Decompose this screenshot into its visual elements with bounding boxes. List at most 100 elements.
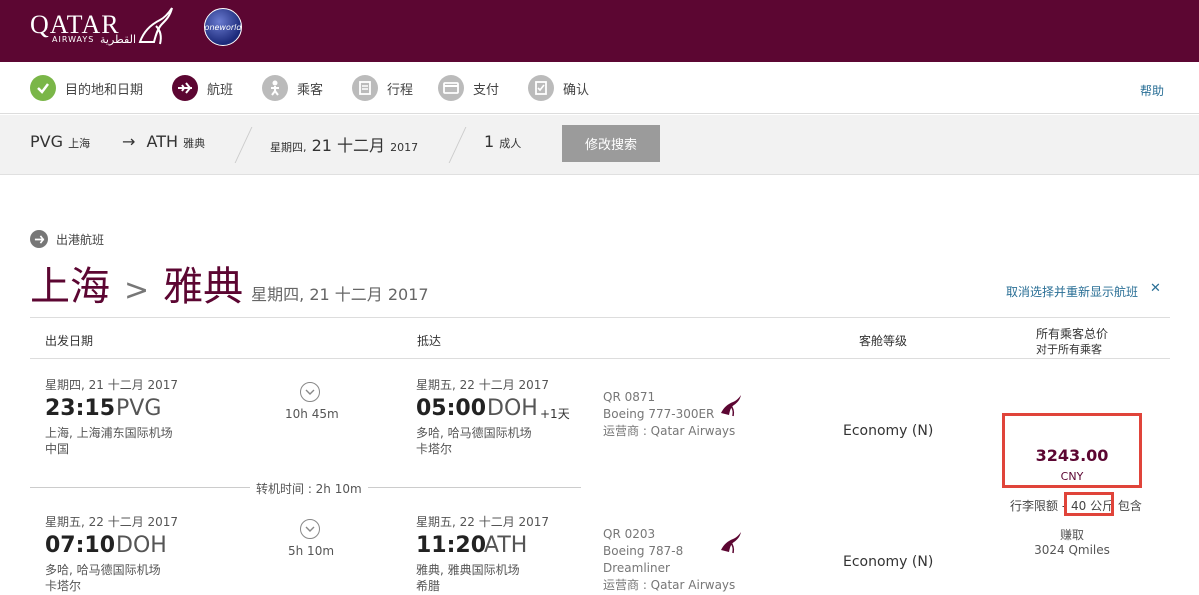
step-label: 航班 [207,82,234,98]
passenger-icon [262,75,288,101]
itinerary-icon [352,75,378,101]
flight-info: QR 0203 Boeing 787-8 Dreamliner 运营商 : Qa… [603,526,735,594]
deselect-flight-link[interactable]: 取消选择并重新显示航班 [1006,283,1138,300]
confirm-icon [528,75,554,101]
route-date: 星期四, 21 十二月 2017 [251,285,429,304]
arr-country: 希腊 [416,579,441,593]
route-to: 雅典 [163,264,244,309]
step-payment: 支付 [438,74,499,102]
step-destination-date[interactable]: 目的地和日期 [30,74,143,102]
dest-city: 雅典 [183,137,206,150]
plane-icon [30,230,48,248]
aircraft-model: Dreamliner [603,561,670,575]
logo-subtitle: AIRWAYS [52,35,95,44]
dep-date: 星期四, 21 十二月 2017 [45,378,179,392]
dep-airport: 多哈, 哈马德国际机场 [45,563,161,577]
airline-logo-icon [721,395,741,417]
col-price-sub: 对于所有乘客 [1036,343,1102,356]
baggage-highlight [1064,492,1114,516]
dep-time: 23:15 [45,396,116,421]
search-year: 2017 [390,141,419,154]
step-flights[interactable]: 航班 [172,74,233,102]
flight-info: QR 0871 Boeing 777-300ER 运营商 : Qatar Air… [603,389,735,440]
search-origin: PVG 上海 [30,132,90,151]
arr-code: ATH [484,533,528,558]
outbound-label: 出港航班 [30,230,104,248]
dep-date: 星期五, 22 十二月 2017 [45,515,179,529]
chevron-right-icon: > [124,273,150,308]
transfer-time: 转机时间 : 2h 10m [250,480,368,497]
check-icon [30,75,56,101]
cabin-class: Economy (N) [843,423,934,439]
arr-airport: 多哈, 哈马德国际机场 [416,426,532,440]
baggage-included: 包含 [1117,499,1142,513]
price-highlight[interactable]: 3243.00 CNY [1002,413,1142,488]
earn-label: 赚取 [1059,528,1084,542]
step-label: 乘客 [297,82,324,98]
pax-count: 1 [484,132,495,151]
modify-search-button[interactable]: 修改搜索 [562,125,660,162]
col-arrive: 抵达 [417,334,442,348]
oneworld-logo[interactable]: oneworld [204,8,242,46]
col-cabin: 客舱等级 [859,334,908,348]
divider [234,127,253,163]
col-depart: 出发日期 [45,334,94,348]
route-title: 上海 > 雅典 星期四, 21 十二月 2017 [30,254,429,312]
step-label: 确认 [563,82,590,98]
chevron-down-icon[interactable] [300,382,320,402]
arr-airport: 雅典, 雅典国际机场 [416,563,520,577]
plane-icon [172,75,198,101]
step-itinerary: 行程 [352,74,413,102]
search-weekday: 星期四, [270,141,307,154]
arr-date: 星期五, 22 十二月 2017 [416,378,550,392]
help-link[interactable]: 帮助 [1140,82,1164,99]
divider [448,127,467,163]
currency: CNY [1060,470,1084,483]
baggage-label: 行李限额 - [1010,499,1067,513]
booking-steps: 目的地和日期 航班 乘客 行程 支付 确认 帮助 [0,62,1199,114]
arr-date: 星期五, 22 十二月 2017 [416,515,550,529]
outbound-text: 出港航班 [56,232,105,247]
route-from: 上海 [30,264,110,309]
step-label: 目的地和日期 [65,82,144,98]
flight-number[interactable]: QR 0871 [603,389,735,406]
search-daymonth: 21 十二月 [311,136,386,155]
arr-country: 卡塔尔 [416,442,453,456]
dest-code: ATH [146,132,179,151]
operator: 运营商 : Qatar Airways [603,424,736,438]
cabin-class: Economy (N) [843,554,934,570]
step-passengers: 乘客 [262,74,323,102]
search-destination: → ATH 雅典 [122,132,205,151]
flight-table-header: 出发日期 抵达 客舱等级 所有乘客总价 对于所有乘客 [30,317,1170,359]
close-icon[interactable]: ✕ [1150,281,1161,296]
flight-number[interactable]: QR 0203 [603,526,735,543]
dep-country: 中国 [45,442,70,456]
step-label: 支付 [473,82,500,98]
arr-time: 05:00 [416,396,487,421]
oryx-icon [138,7,173,45]
airline-logo-icon [721,532,741,554]
dep-country: 卡塔尔 [45,579,82,593]
qmiles-value: 3024 Qmiles [1034,543,1110,557]
dep-code: PVG [116,396,162,421]
duration: 5h 10m [288,544,335,558]
logo-arabic: القطرية [100,33,137,46]
header-bar: QATAR AIRWAYS القطرية oneworld [0,0,1199,62]
arr-time: 11:20 [416,533,487,558]
pax-label: 成人 [499,137,522,150]
arrow-icon: → [122,132,136,151]
search-date: 星期四, 21 十二月 2017 [270,132,418,156]
step-confirm: 确认 [528,74,589,102]
arr-plus-day: +1天 [540,407,570,421]
col-price: 所有乘客总价 [1036,327,1109,341]
payment-icon [438,75,464,101]
dep-time: 07:10 [45,533,116,558]
dep-code: DOH [116,533,167,558]
operator: 运营商 : Qatar Airways [603,578,736,592]
origin-city: 上海 [68,137,91,150]
origin-code: PVG [30,132,63,151]
total-price: 3243.00 [1035,446,1109,465]
chevron-down-icon[interactable] [300,519,320,539]
search-summary: PVG 上海 → ATH 雅典 星期四, 21 十二月 2017 1 成人 修改… [0,115,1199,175]
aircraft: Boeing 777-300ER [603,407,715,421]
